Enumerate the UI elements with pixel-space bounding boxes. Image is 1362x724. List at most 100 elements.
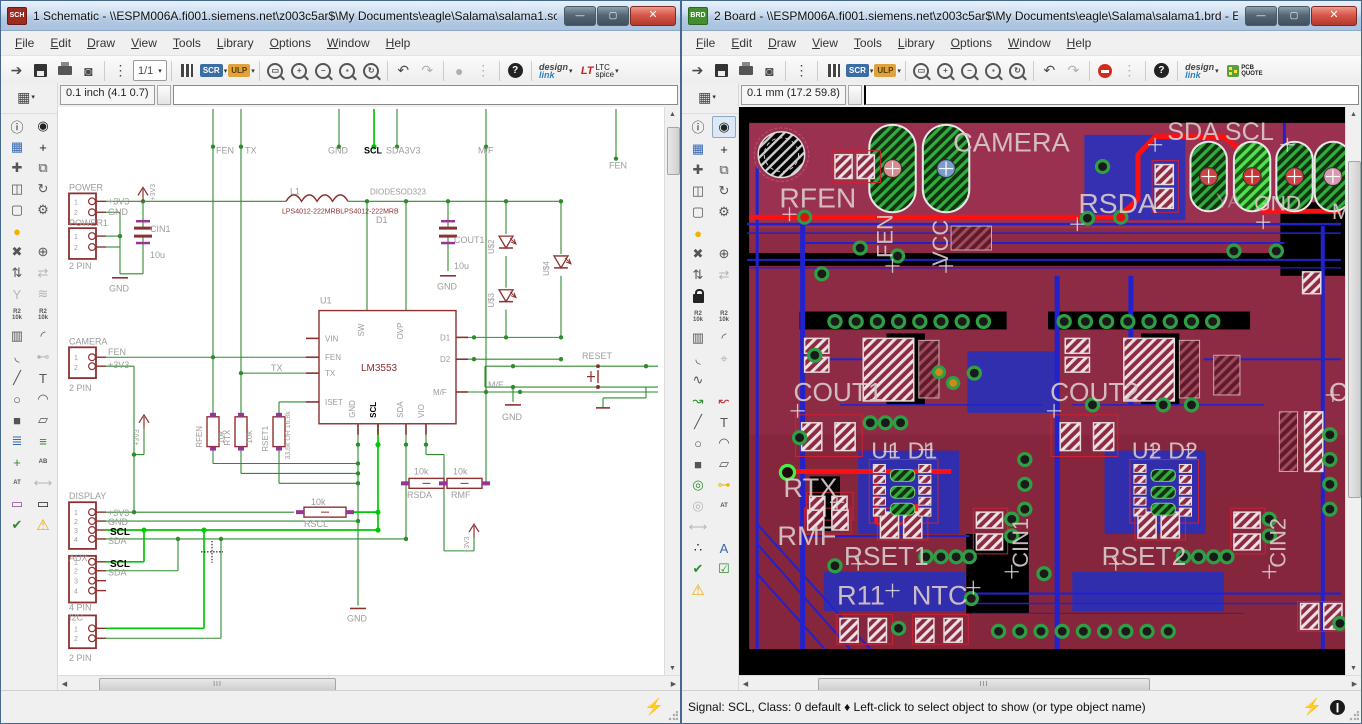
help-icon[interactable]: ? — [1150, 60, 1173, 82]
paint-icon[interactable]: ● — [5, 221, 29, 241]
text-icon[interactable]: T — [31, 368, 55, 388]
mirror-icon[interactable]: ◫ — [5, 179, 29, 199]
arc-icon[interactable]: ◠ — [712, 433, 736, 453]
menu-window[interactable]: Window — [319, 33, 378, 53]
name-icon[interactable]: R2 10k — [5, 305, 29, 325]
value-icon[interactable]: R2 10k — [31, 305, 55, 325]
wire-bend-icon[interactable]: ◟ — [686, 349, 710, 369]
label-icon[interactable]: AB — [31, 452, 55, 472]
gateswap-icon[interactable]: ⇅ — [5, 263, 29, 283]
zoom-in-icon[interactable]: + — [934, 60, 957, 82]
autoroute-icon[interactable]: A — [712, 538, 736, 558]
polygon-icon[interactable]: ▱ — [31, 410, 55, 430]
menu-window[interactable]: Window — [1000, 33, 1059, 53]
sheet-selector[interactable]: 1/1 ▾ — [133, 60, 167, 82]
info-icon[interactable]: ⓘ — [5, 116, 29, 136]
wire-icon[interactable]: ╱ — [686, 412, 710, 432]
optimize-icon[interactable]: ≋ — [31, 284, 55, 304]
show-icon[interactable]: ◉ — [31, 116, 55, 136]
design-link-button[interactable]: design link ▾ — [1182, 60, 1222, 82]
group-icon[interactable]: ▢ — [5, 200, 29, 220]
paint-icon[interactable]: ● — [686, 223, 710, 243]
lightning-icon[interactable]: ⚡ — [1302, 697, 1322, 717]
menu-draw[interactable]: Draw — [760, 33, 804, 53]
circle-icon[interactable]: ○ — [686, 433, 710, 453]
zoom-out-icon[interactable]: − — [312, 60, 335, 82]
maximize-button[interactable]: ▢ — [1278, 5, 1310, 26]
rect-icon[interactable]: ■ — [686, 454, 710, 474]
pcb-quote-button[interactable]: PCB QUOTE — [1223, 60, 1267, 82]
circle-icon[interactable]: ○ — [5, 389, 29, 409]
polygon-icon[interactable]: ▱ — [712, 454, 736, 474]
save-icon[interactable] — [29, 60, 52, 82]
drc-indicator-icon[interactable]: ❙ — [1330, 699, 1345, 715]
menu-help[interactable]: Help — [1059, 33, 1100, 53]
text-icon[interactable]: T — [712, 412, 736, 432]
go-icon[interactable]: ⋮ — [472, 60, 495, 82]
meander-icon[interactable]: ∿ — [686, 370, 710, 390]
attribute-icon[interactable]: AT — [5, 473, 29, 493]
go-icon[interactable]: ⋮ — [1118, 60, 1141, 82]
board-titlebar[interactable]: BRD 2 Board - \\ESPM006A.fi001.siemens.n… — [682, 1, 1361, 31]
display-layers-icon[interactable]: ▦ — [5, 137, 29, 157]
delete-icon[interactable]: ✖ — [5, 242, 29, 262]
schematic-vscrollbar[interactable]: ▲ ▼ — [664, 107, 680, 675]
coord-divider[interactable] — [156, 85, 171, 105]
rotate-icon[interactable]: ↻ — [31, 179, 55, 199]
drop-tools-icon[interactable]: ⋮ — [790, 60, 813, 82]
redo-icon[interactable]: ↷ — [416, 60, 439, 82]
open-icon[interactable]: ➔ — [686, 60, 709, 82]
miter-icon[interactable]: ◜ — [712, 328, 736, 348]
pinswap-icon[interactable]: ⇄ — [31, 263, 55, 283]
schematic-canvas[interactable]: FEN TX GND SCL SDA3V3 M/F FEN POWER POWER1 2 PIN 1… — [58, 107, 664, 675]
delete-icon[interactable]: ✖ — [686, 244, 710, 264]
schematic-titlebar[interactable]: SCH 1 Schematic - \\ESPM006A.fi001.sieme… — [1, 1, 680, 31]
close-button[interactable]: ✕ — [630, 5, 676, 26]
save-icon[interactable] — [710, 60, 733, 82]
ulp-button[interactable]: ULP ▾ — [228, 60, 255, 82]
mirror-icon[interactable]: ◫ — [686, 181, 710, 201]
grid-settings-button[interactable]: ▦ ▾ — [5, 85, 47, 109]
smash-icon[interactable]: ▥ — [686, 328, 710, 348]
rect-icon[interactable]: ■ — [5, 410, 29, 430]
scroll-up-icon[interactable]: ▲ — [666, 107, 679, 121]
ratsnest-icon[interactable]: ∴ — [686, 538, 710, 558]
wire-bend-icon[interactable]: ◟ — [5, 347, 29, 367]
scroll-up-icon[interactable]: ▲ — [1347, 107, 1360, 121]
mark-icon[interactable]: + — [31, 137, 55, 157]
scroll-right-icon[interactable]: ▶ — [1348, 677, 1361, 691]
ripup-icon[interactable]: ↜ — [712, 391, 736, 411]
help-icon[interactable]: ? — [504, 60, 527, 82]
export-image-icon[interactable]: ◙ — [758, 60, 781, 82]
command-input[interactable] — [172, 85, 678, 105]
scroll-right-icon[interactable]: ▶ — [667, 677, 680, 691]
wire-icon[interactable]: ╱ — [5, 368, 29, 388]
undo-icon[interactable]: ↶ — [1038, 60, 1061, 82]
menu-options[interactable]: Options — [262, 33, 319, 53]
rotate-icon[interactable]: ↻ — [712, 181, 736, 201]
scroll-left-icon[interactable]: ◀ — [739, 677, 752, 691]
menu-view[interactable]: View — [804, 33, 846, 53]
name-icon[interactable]: R2 10k — [686, 307, 710, 327]
menu-edit[interactable]: Edit — [42, 33, 79, 53]
zoom-fit-icon[interactable]: ▭ — [910, 60, 933, 82]
add-icon[interactable]: ⊕ — [712, 244, 736, 264]
bus-icon[interactable]: ≣ — [5, 431, 29, 451]
zoom-fit-icon[interactable]: ▭ — [264, 60, 287, 82]
smash-icon[interactable]: ▥ — [5, 326, 29, 346]
move-icon[interactable]: ✚ — [5, 158, 29, 178]
menu-library[interactable]: Library — [890, 33, 943, 53]
board-hscrollbar[interactable]: ◀ III ▶ — [739, 675, 1361, 691]
copy-icon[interactable]: ⧉ — [31, 158, 55, 178]
dimension-icon[interactable]: ⟷ — [31, 473, 55, 493]
zoom-redraw-icon[interactable]: ↻ — [360, 60, 383, 82]
design-link-button[interactable]: design link ▾ — [536, 60, 576, 82]
script-button[interactable]: SCR ▾ — [846, 60, 873, 82]
zoom-redraw-icon[interactable]: ↻ — [1006, 60, 1029, 82]
errors-icon[interactable]: ⚠ — [31, 515, 55, 535]
schematic-hscrollbar[interactable]: ◀ III ▶ — [58, 675, 680, 691]
close-button[interactable]: ✕ — [1311, 5, 1357, 26]
route-icon[interactable]: ↝ — [686, 391, 710, 411]
net-icon[interactable]: ≡ — [31, 431, 55, 451]
junction-icon[interactable]: + — [5, 452, 29, 472]
